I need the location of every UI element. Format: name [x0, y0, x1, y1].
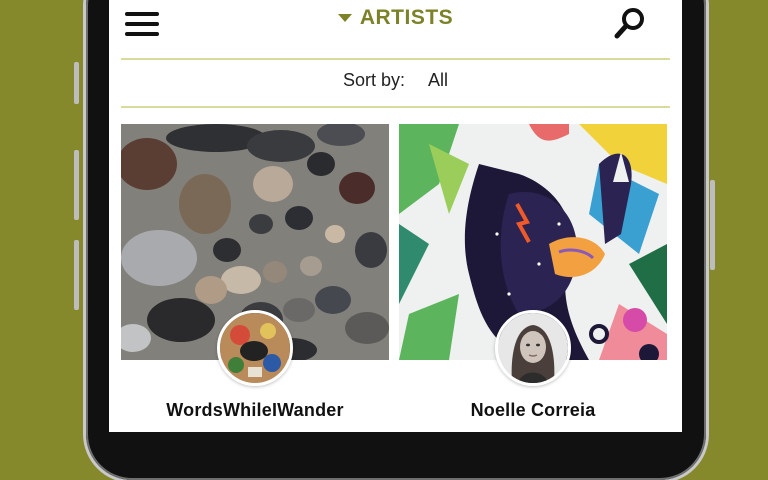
page-title: ARTISTS [359, 6, 454, 29]
artists-dropdown[interactable]: ARTISTS [337, 6, 454, 30]
sort-value[interactable]: All [428, 70, 448, 91]
artist-name[interactable]: WordsWhileIWander [121, 400, 389, 421]
artist-card[interactable]: Noelle Correia [399, 124, 667, 430]
sort-label: Sort by: [342, 70, 405, 90]
phone-side-button [74, 62, 79, 104]
artist-name[interactable]: Noelle Correia [399, 400, 667, 421]
sort-divider [121, 106, 670, 108]
app-screen: ARTISTS Sort by: All WordsWhileIWander N… [109, 0, 682, 432]
artist-avatar[interactable] [495, 310, 571, 386]
phone-side-button [74, 240, 79, 310]
artist-avatar[interactable] [217, 310, 293, 386]
app-header: ARTISTS [109, 0, 682, 50]
phone-side-button [74, 150, 79, 220]
caret-down-icon [337, 14, 352, 22]
artist-card[interactable]: WordsWhileIWander [121, 124, 389, 430]
sort-bar: Sort by: All [109, 70, 682, 91]
search-icon[interactable] [614, 6, 648, 40]
title-area: ARTISTS [109, 6, 682, 36]
header-divider [121, 58, 670, 60]
phone-side-button [710, 180, 715, 270]
